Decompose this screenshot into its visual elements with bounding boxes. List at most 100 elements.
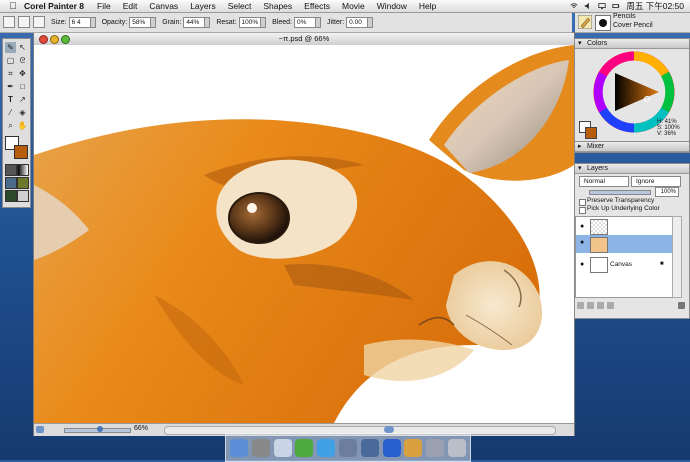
- quicktime-icon[interactable]: [382, 438, 401, 457]
- brush-variant-name[interactable]: Cover Pencil: [613, 22, 653, 29]
- layers-palette-header[interactable]: Layers: [575, 164, 689, 174]
- display-icon[interactable]: [598, 2, 606, 10]
- jitter-field[interactable]: 0.00: [346, 16, 369, 28]
- crop-icon[interactable]: ⌗: [5, 68, 16, 79]
- layer-opacity-slider[interactable]: [589, 190, 651, 195]
- opacity-stepper[interactable]: [151, 16, 157, 28]
- colors-palette-header[interactable]: Colors: [575, 39, 689, 49]
- menu-help[interactable]: Help: [419, 1, 436, 11]
- menu-edit[interactable]: Edit: [123, 1, 138, 11]
- stroke-type-icon[interactable]: [33, 16, 45, 28]
- menubar-clock[interactable]: 周五 下午02:50: [626, 0, 684, 12]
- grain-field[interactable]: 44%: [183, 16, 206, 28]
- layer-adjuster-icon[interactable]: ↖: [17, 42, 28, 53]
- sherlock-icon[interactable]: [426, 438, 445, 457]
- volume-icon[interactable]: [584, 2, 592, 10]
- layer-row[interactable]: ●: [576, 235, 672, 253]
- canvas-layer-name[interactable]: Canvas: [610, 261, 632, 268]
- apple-menu-icon[interactable]: : [6, 1, 20, 12]
- menu-file[interactable]: File: [97, 1, 111, 11]
- rectangle-shape-icon[interactable]: □: [17, 81, 28, 92]
- close-button[interactable]: [39, 35, 48, 44]
- resat-field[interactable]: 100%: [238, 16, 262, 28]
- menu-movie[interactable]: Movie: [342, 1, 365, 11]
- mixer-palette-header[interactable]: Mixer: [575, 142, 689, 152]
- brush-tool-icon[interactable]: [3, 16, 15, 28]
- layer-visibility-icon[interactable]: ●: [580, 261, 584, 268]
- text-icon[interactable]: T: [5, 94, 16, 105]
- variant-dab-icon[interactable]: [595, 15, 611, 31]
- layer-visibility-icon[interactable]: ●: [580, 239, 584, 246]
- layer-visibility-icon[interactable]: ●: [580, 223, 584, 230]
- brush-category-name[interactable]: Pencils: [613, 13, 636, 20]
- magnifier-icon[interactable]: ⌕: [5, 120, 16, 131]
- gradient-selector-icon[interactable]: [17, 164, 29, 176]
- secondary-color-swatch[interactable]: [14, 145, 28, 159]
- shape-select-icon[interactable]: ↗: [17, 94, 28, 105]
- brush-tool-icon[interactable]: ✎: [5, 42, 16, 53]
- menu-window[interactable]: Window: [377, 1, 407, 11]
- preserve-transparency-checkbox[interactable]: [579, 199, 586, 206]
- battery-icon[interactable]: [612, 2, 620, 10]
- property-bar: Size: 6 4 Opacity: 58% Grain: 44% Resat:…: [0, 12, 572, 33]
- itunes-icon[interactable]: [317, 438, 336, 457]
- pick-up-color-checkbox[interactable]: [579, 207, 586, 214]
- jitter-stepper[interactable]: [368, 16, 374, 28]
- layer-commands-icon[interactable]: [577, 302, 584, 309]
- rect-select-icon[interactable]: ▢: [5, 55, 16, 66]
- weaving-selector-icon[interactable]: [17, 177, 29, 189]
- layer-opacity-field[interactable]: 100%: [655, 187, 679, 197]
- painter-app-icon[interactable]: [404, 438, 423, 457]
- transform-icon[interactable]: ✥: [17, 68, 28, 79]
- size-stepper[interactable]: [90, 16, 96, 28]
- painting-canvas[interactable]: [34, 45, 574, 423]
- layer-lock-icon[interactable]: ■: [660, 261, 664, 267]
- layer-mask-icon[interactable]: [597, 302, 604, 309]
- composite-method-dropdown[interactable]: Normal: [579, 176, 629, 187]
- menu-layers[interactable]: Layers: [190, 1, 216, 11]
- resat-stepper[interactable]: [261, 16, 267, 28]
- minimize-button[interactable]: [50, 35, 59, 44]
- mail-icon[interactable]: [273, 438, 292, 457]
- grain-stepper[interactable]: [205, 16, 211, 28]
- opacity-field[interactable]: 58%: [129, 16, 152, 28]
- lasso-icon[interactable]: ᘓ: [17, 55, 28, 66]
- scroll-left-button[interactable]: [36, 426, 44, 433]
- horizontal-scroll-thumb[interactable]: [384, 426, 394, 433]
- trash-icon[interactable]: [678, 302, 685, 309]
- paint-bucket-icon[interactable]: ◈: [17, 107, 28, 118]
- zoom-button[interactable]: [61, 35, 70, 44]
- dropper-icon[interactable]: ⁄: [5, 107, 16, 118]
- pattern-selector-icon[interactable]: [5, 177, 17, 189]
- iphoto-icon[interactable]: [338, 438, 357, 457]
- ichat-icon[interactable]: [295, 438, 314, 457]
- new-layer-icon[interactable]: [607, 302, 614, 309]
- layer-list: ● ● ● Canvas ■: [575, 216, 673, 298]
- zoom-slider-thumb[interactable]: [97, 426, 103, 432]
- dynamic-plugins-icon[interactable]: [587, 302, 594, 309]
- menu-shapes[interactable]: Shapes: [263, 1, 292, 11]
- paper-selector-icon[interactable]: [5, 164, 17, 176]
- finder-icon[interactable]: [229, 438, 248, 457]
- layers-vertical-scrollbar[interactable]: [672, 216, 682, 298]
- size-label: Size:: [51, 18, 67, 26]
- dab-type-icon[interactable]: [18, 16, 30, 28]
- composite-depth-dropdown[interactable]: Ignore: [631, 176, 681, 187]
- menu-effects[interactable]: Effects: [304, 1, 330, 11]
- system-prefs-icon[interactable]: [251, 438, 270, 457]
- imovie-icon[interactable]: [360, 438, 379, 457]
- bleed-field[interactable]: 0%: [294, 16, 317, 28]
- dock-trash-icon[interactable]: [448, 438, 467, 457]
- nozzle-selector-icon[interactable]: [5, 190, 17, 202]
- pencil-category-icon[interactable]: [578, 15, 592, 29]
- grabber-icon[interactable]: ✋: [17, 120, 28, 131]
- bleed-stepper[interactable]: [316, 16, 322, 28]
- look-selector-icon[interactable]: [17, 190, 29, 202]
- menu-canvas[interactable]: Canvas: [149, 1, 178, 11]
- wifi-icon[interactable]: [570, 2, 578, 10]
- menu-select[interactable]: Select: [228, 1, 252, 11]
- pen-icon[interactable]: ✒: [5, 81, 16, 92]
- size-field[interactable]: 6 4: [68, 16, 91, 28]
- additional-color-chip[interactable]: [585, 127, 597, 139]
- app-menu[interactable]: Corel Painter 8: [24, 1, 84, 11]
